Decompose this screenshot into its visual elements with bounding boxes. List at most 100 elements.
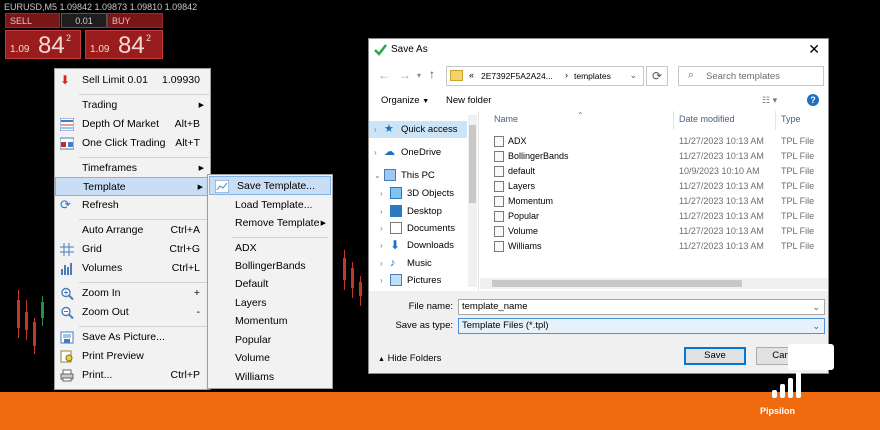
column-divider[interactable] [673, 111, 674, 130]
dialog-titlebar[interactable]: Save As ✕ [369, 39, 828, 61]
menu-volumes-label: Volumes [82, 262, 123, 274]
menu-depth-of-market[interactable]: Depth Of Market Alt+B [55, 115, 210, 134]
address-bar[interactable]: « 2E7392F5A2A24... › templates ⌄ [446, 66, 644, 86]
hide-folders-label: Hide Folders [387, 353, 442, 364]
help-icon[interactable]: ? [807, 94, 819, 106]
file-row[interactable]: ADX 11/27/2023 10:13 AM TPL File [492, 134, 822, 149]
menu-refresh[interactable]: ⟳ Refresh [55, 196, 210, 215]
nav-onedrive[interactable]: › ☁ OneDrive [369, 144, 467, 161]
menu-zoom-out[interactable]: Zoom Out - [55, 303, 210, 322]
nav-music[interactable]: › ♪ Music [375, 255, 473, 272]
submenu-template-item[interactable]: Default [208, 275, 332, 294]
submenu-template-item[interactable]: Layers [208, 294, 332, 313]
chevron-right-icon: › [380, 224, 383, 233]
menu-print[interactable]: Print... Ctrl+P [55, 366, 210, 385]
file-row[interactable]: default 10/9/2023 10:10 AM TPL File [492, 164, 822, 179]
template-item-label: Default [235, 278, 269, 290]
menu-trading[interactable]: Trading ▶ [55, 96, 210, 115]
menu-template[interactable]: Template ▶ [55, 177, 210, 196]
new-folder-button[interactable]: New folder [446, 95, 491, 106]
menu-grid[interactable]: Grid Ctrl+G [55, 240, 210, 259]
file-row[interactable]: Williams 11/27/2023 10:13 AM TPL File [492, 239, 822, 254]
nav-downloads[interactable]: › ⬇ Downloads [375, 237, 473, 254]
file-name-field[interactable]: template_name ⌄ [458, 299, 825, 315]
submenu-load-template[interactable]: Load Template... [208, 196, 332, 215]
nav-scrollbar-thumb[interactable] [469, 125, 476, 203]
menu-zoom-in[interactable]: Zoom In + [55, 284, 210, 303]
menu-depth-shortcut: Alt+B [174, 118, 200, 130]
nav-desktop[interactable]: › Desktop [375, 203, 473, 220]
organize-button[interactable]: Organize ▼ [381, 95, 429, 106]
nav-pictures[interactable]: › Pictures [375, 272, 473, 289]
menu-print-preview[interactable]: Print Preview [55, 347, 210, 366]
sell-price-box[interactable]: 1.09 84 2 [5, 30, 81, 59]
nav-quick-access[interactable]: › ★ Quick access [369, 121, 467, 138]
chevron-down-icon[interactable]: ⌄ [629, 70, 637, 81]
file-date: 11/27/2023 10:13 AM [679, 241, 764, 251]
address-current-folder[interactable]: templates [574, 71, 611, 81]
save-button[interactable]: Save [684, 347, 746, 365]
column-header-type[interactable]: Type [781, 114, 801, 124]
candle [33, 322, 36, 346]
chevron-down-icon[interactable]: ⌄ [812, 300, 820, 314]
file-name: Popular [508, 211, 540, 221]
submenu-template-item[interactable]: Popular [208, 331, 332, 350]
menu-one-click-trading[interactable]: One Click Trading Alt+T [55, 134, 210, 153]
view-options-icon[interactable]: ☷ ▾ [762, 95, 777, 106]
menu-auto-arrange[interactable]: Auto Arrange Ctrl+A [55, 221, 210, 240]
nav-3d-objects[interactable]: › 3D Objects [375, 185, 473, 202]
buy-button[interactable]: BUY [107, 13, 163, 28]
back-arrow-icon[interactable]: ← [378, 68, 390, 82]
file-row[interactable]: Momentum 11/27/2023 10:13 AM TPL File [492, 194, 822, 209]
nav-scrollbar[interactable] [468, 115, 477, 287]
chevron-down-icon: ⌄ [374, 171, 381, 180]
nav-this-pc[interactable]: ⌄ This PC [369, 167, 467, 184]
chart-context-menu: ⬇ Sell Limit 0.01 1.09930 Trading ▶ Dept… [54, 68, 211, 390]
column-divider[interactable] [775, 111, 776, 130]
column-header-date[interactable]: Date modified [679, 114, 735, 124]
submenu-template-item[interactable]: Volume [208, 349, 332, 368]
refresh-icon[interactable]: ⟳ [646, 66, 668, 86]
search-icon: ⌕ [688, 69, 695, 81]
submenu-template-item[interactable]: Williams [208, 368, 332, 387]
menu-zoom-in-shortcut: + [193, 287, 200, 299]
hide-folders-button[interactable]: ▲ Hide Folders [378, 353, 441, 364]
horizontal-scrollbar-thumb[interactable] [492, 280, 742, 287]
candle [25, 312, 28, 330]
sell-button[interactable]: SELL [5, 13, 60, 28]
submenu-remove-template[interactable]: Remove Template ▶ [208, 214, 332, 233]
template-item-label: Volume [235, 352, 271, 364]
brand-footer: Pipsilon [0, 372, 880, 430]
menu-sell-limit[interactable]: ⬇ Sell Limit 0.01 1.09930 [55, 71, 210, 90]
candle [17, 300, 20, 328]
file-row[interactable]: Layers 11/27/2023 10:13 AM TPL File [492, 179, 822, 194]
address-parent-folder[interactable]: 2E7392F5A2A24... [481, 71, 553, 81]
menu-volumes[interactable]: Volumes Ctrl+L [55, 259, 210, 278]
recent-locations-icon[interactable]: ▾ [417, 71, 421, 80]
file-date: 10/9/2023 10:10 AM [679, 166, 760, 176]
forward-arrow-icon[interactable]: → [399, 68, 411, 82]
dialog-bottom-area: File name: template_name ⌄ Save as type:… [369, 291, 828, 373]
horizontal-scrollbar[interactable] [480, 278, 828, 289]
submenu-template-item[interactable]: ADX [208, 239, 332, 258]
nav-label: Quick access [401, 124, 458, 135]
up-arrow-icon[interactable]: ↑ [429, 67, 435, 81]
refresh-icon: ⟳ [60, 197, 71, 212]
file-row[interactable]: Volume 11/27/2023 10:13 AM TPL File [492, 224, 822, 239]
submenu-template-item[interactable]: BollingerBands [208, 257, 332, 276]
save-as-type-select[interactable]: Template Files (*.tpl) ⌄ [458, 318, 825, 334]
file-row[interactable]: BollingerBands 11/27/2023 10:13 AM TPL Fil… [492, 149, 822, 164]
menu-timeframes[interactable]: Timeframes ▶ [55, 159, 210, 178]
chevron-down-icon: ⌄ [812, 321, 820, 331]
menu-save-as-picture[interactable]: Save As Picture... [55, 328, 210, 347]
lot-size-input[interactable]: 0.01 [61, 13, 107, 28]
submenu-save-template[interactable]: Save Template... [209, 176, 331, 195]
submenu-template-item[interactable]: Momentum [208, 312, 332, 331]
search-input[interactable]: ⌕ Search templates [678, 66, 824, 86]
buy-price-box[interactable]: 1.09 84 2 [85, 30, 163, 59]
file-row[interactable]: Popular 11/27/2023 10:13 AM TPL File [492, 209, 822, 224]
nav-documents[interactable]: › Documents [375, 220, 473, 237]
sort-arrow-icon: ⌃ [577, 111, 584, 120]
close-icon[interactable]: ✕ [808, 41, 820, 58]
column-header-name[interactable]: Name [494, 114, 518, 124]
